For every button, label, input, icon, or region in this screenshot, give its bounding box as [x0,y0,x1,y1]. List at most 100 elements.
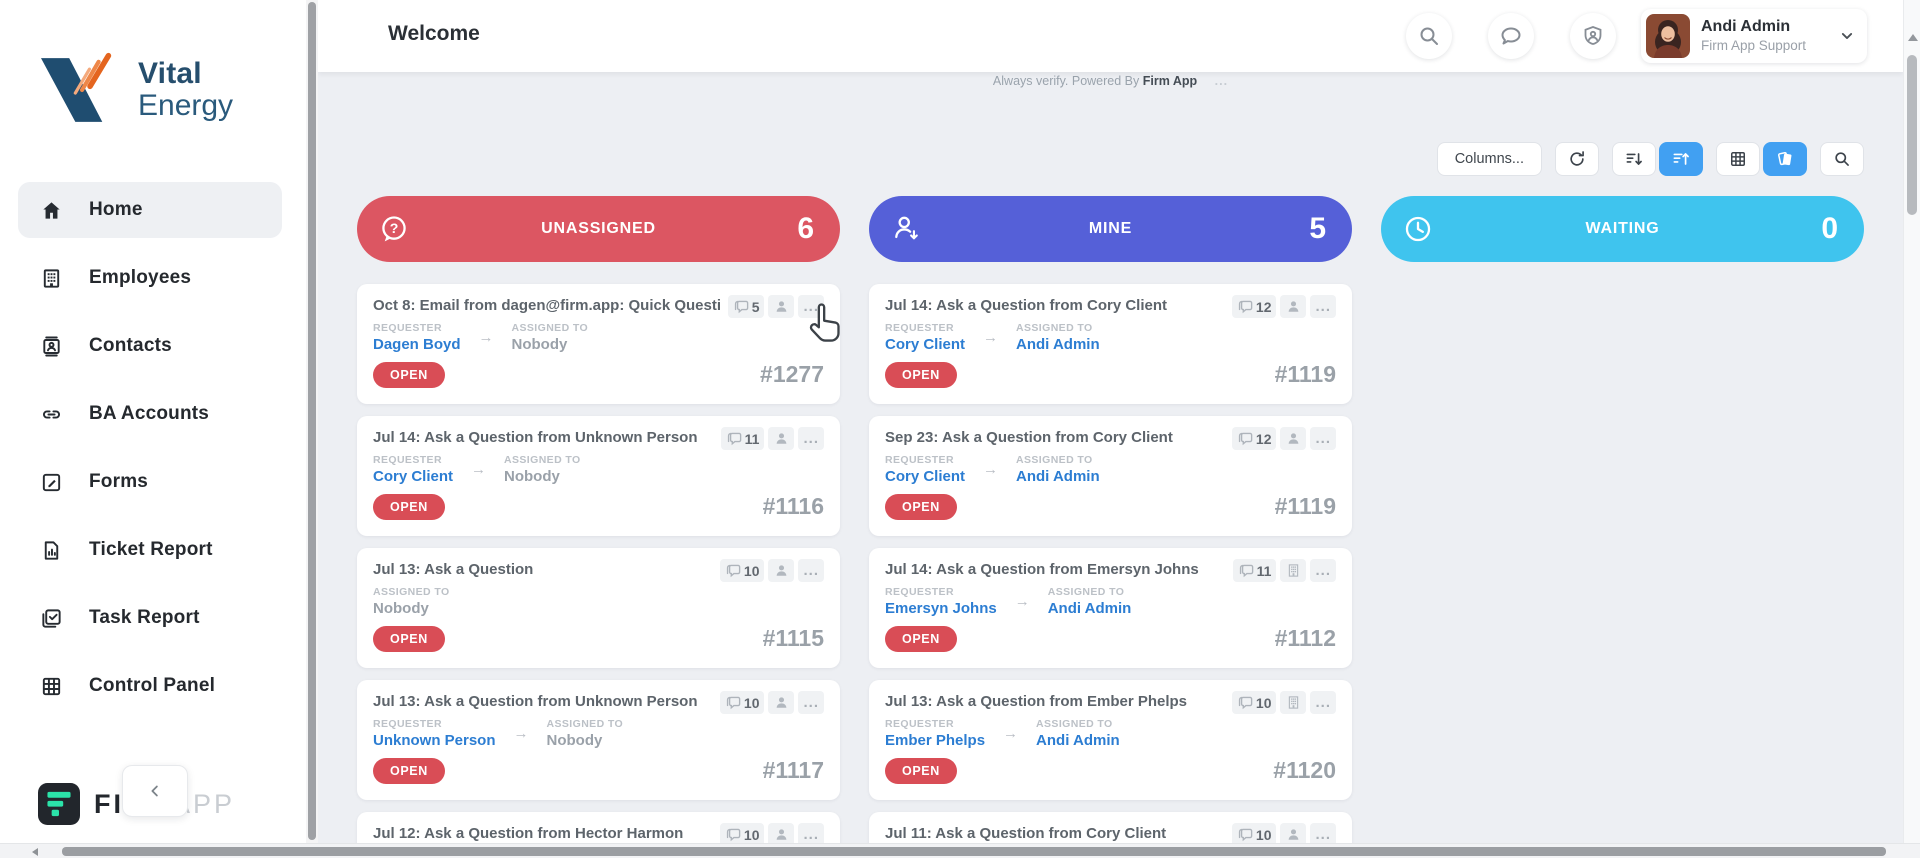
sidebar-item-task-report[interactable]: Task Report [18,590,282,646]
more-button[interactable]: ... [798,823,824,843]
sidebar-scrollbar[interactable] [306,0,318,843]
column-header-unassigned[interactable]: ? UNASSIGNED 6 [357,196,840,262]
ticket-card[interactable]: Sep 23: Ask a Question from Cory Client … [869,416,1352,536]
ticket-card[interactable]: Jul 12: Ask a Question from Hector Harmo… [357,812,840,843]
ticket-card[interactable]: Jul 14: Ask a Question from Unknown Pers… [357,416,840,536]
sidebar-scrollbar-thumb[interactable] [308,2,316,840]
more-button[interactable]: ... [1310,823,1336,843]
more-button[interactable]: ... [798,295,824,318]
ticket-card[interactable]: Jul 14: Ask a Question from Emersyn John… [869,548,1352,668]
sort-descending-button[interactable] [1659,142,1703,176]
requester-name[interactable]: Cory Client [373,468,453,485]
ticket-card[interactable]: Jul 14: Ask a Question from Cory Client … [869,284,1352,404]
board-toolbar: Columns... [1436,142,1864,176]
comments-button[interactable]: 10 [1231,823,1277,843]
admin-shield-button[interactable] [1570,13,1616,59]
more-button[interactable]: ... [798,427,824,450]
horizontal-scrollbar-thumb[interactable] [62,847,1886,856]
comments-button[interactable]: 10 [719,823,765,843]
assigned-group: ASSIGNED TO Andi Admin [1016,322,1100,353]
table-view-button[interactable] [1716,142,1760,176]
assigned-name[interactable]: Andi Admin [1036,732,1120,749]
sidebar-item-contacts[interactable]: Contacts [18,318,282,374]
ticket-card[interactable]: Jul 13: Ask a Question from Ember Phelps… [869,680,1352,800]
requester-name[interactable]: Cory Client [885,468,965,485]
sidebar-item-label: Control Panel [89,675,216,696]
comments-button[interactable]: 10 [1231,691,1277,714]
assigned-name[interactable]: Nobody [504,468,581,485]
more-button[interactable]: ... [1310,691,1336,714]
sidebar-item-control-panel[interactable]: Control Panel [18,658,282,714]
more-button[interactable]: ... [798,691,824,714]
status-badge: OPEN [373,757,445,784]
assigned-name[interactable]: Nobody [512,336,589,353]
comment-count: 11 [744,430,760,447]
assigned-name[interactable]: Nobody [373,600,450,617]
vertical-scrollbar-thumb[interactable] [1907,55,1917,215]
user-menu[interactable]: Andi Admin Firm App Support [1641,9,1867,63]
sidebar-item-forms[interactable]: Forms [18,454,282,510]
sidebar-item-ba-accounts[interactable]: BA Accounts [18,386,282,442]
person-icon[interactable] [768,559,795,582]
person-icon[interactable] [1280,427,1307,450]
requester-group: REQUESTER Cory Client [373,454,453,485]
more-button[interactable]: ... [798,559,824,582]
ticket-card[interactable]: Jul 13: Ask a Question from Unknown Pers… [357,680,840,800]
building-icon[interactable] [1280,559,1307,582]
requester-name[interactable]: Unknown Person [373,732,496,749]
person-icon[interactable] [768,823,795,843]
sort-ascending-button[interactable] [1612,142,1656,176]
more-button[interactable]: ... [1310,295,1336,318]
horizontal-scrollbar[interactable] [0,843,1920,858]
person-icon[interactable] [1280,295,1307,318]
ticket-card[interactable]: Oct 8: Email from dagen@firm.app: Quick … [357,284,840,404]
sidebar-collapse-button[interactable] [122,765,188,817]
more-button[interactable]: ... [1310,559,1336,582]
comments-button[interactable]: 12 [1231,295,1277,318]
sidebar-item-home[interactable]: Home [18,182,282,238]
assigned-name[interactable]: Andi Admin [1016,336,1100,353]
column-header-waiting[interactable]: WAITING 0 [1381,196,1864,262]
person-icon[interactable] [1280,823,1307,843]
column-header-mine[interactable]: MINE 5 [869,196,1352,262]
building-icon[interactable] [1280,691,1307,714]
form-pencil-icon [40,471,63,494]
card-view-button[interactable] [1763,142,1807,176]
scroll-left-arrow[interactable] [32,848,38,856]
comment-icon [1237,694,1254,711]
comments-button[interactable]: 12 [1231,427,1277,450]
comments-button[interactable]: 11 [1232,559,1277,582]
more-button[interactable]: ... [1310,427,1336,450]
status-badge: OPEN [373,625,445,652]
board-search-button[interactable] [1820,142,1864,176]
banner-menu-button[interactable]: ... [1215,74,1228,88]
comments-button[interactable]: 5 [727,295,765,318]
comments-button[interactable]: 11 [720,427,765,450]
assigned-label: ASSIGNED TO [1016,454,1093,466]
assigned-group: ASSIGNED TO Nobody [547,718,624,749]
columns-button[interactable]: Columns... [1436,142,1542,176]
ticket-card-bottom: OPEN #1117 [373,757,824,784]
scroll-up-arrow[interactable] [1908,34,1918,41]
comments-button[interactable]: 10 [719,559,765,582]
vertical-scrollbar[interactable] [1903,0,1920,843]
requester-name[interactable]: Ember Phelps [885,732,985,749]
sidebar-item-employees[interactable]: Employees [18,250,282,306]
person-icon[interactable] [768,691,795,714]
ticket-card[interactable]: Jul 13: Ask a Question 10 ... → ASSIGNED… [357,548,840,668]
ticket-card-top: Jul 13: Ask a Question from Unknown Pers… [373,691,824,714]
requester-name[interactable]: Emersyn Johns [885,600,997,617]
chat-button[interactable] [1488,13,1534,59]
assigned-name[interactable]: Nobody [547,732,624,749]
person-icon[interactable] [768,295,795,318]
ticket-card[interactable]: Jul 11: Ask a Question from Cory Client … [869,812,1352,843]
person-icon[interactable] [768,427,795,450]
search-button[interactable] [1406,13,1452,59]
assigned-name[interactable]: Andi Admin [1048,600,1132,617]
refresh-button[interactable] [1555,142,1599,176]
comments-button[interactable]: 10 [719,691,765,714]
sidebar-item-ticket-report[interactable]: Ticket Report [18,522,282,578]
assigned-name[interactable]: Andi Admin [1016,468,1100,485]
requester-name[interactable]: Dagen Boyd [373,336,461,353]
requester-name[interactable]: Cory Client [885,336,965,353]
